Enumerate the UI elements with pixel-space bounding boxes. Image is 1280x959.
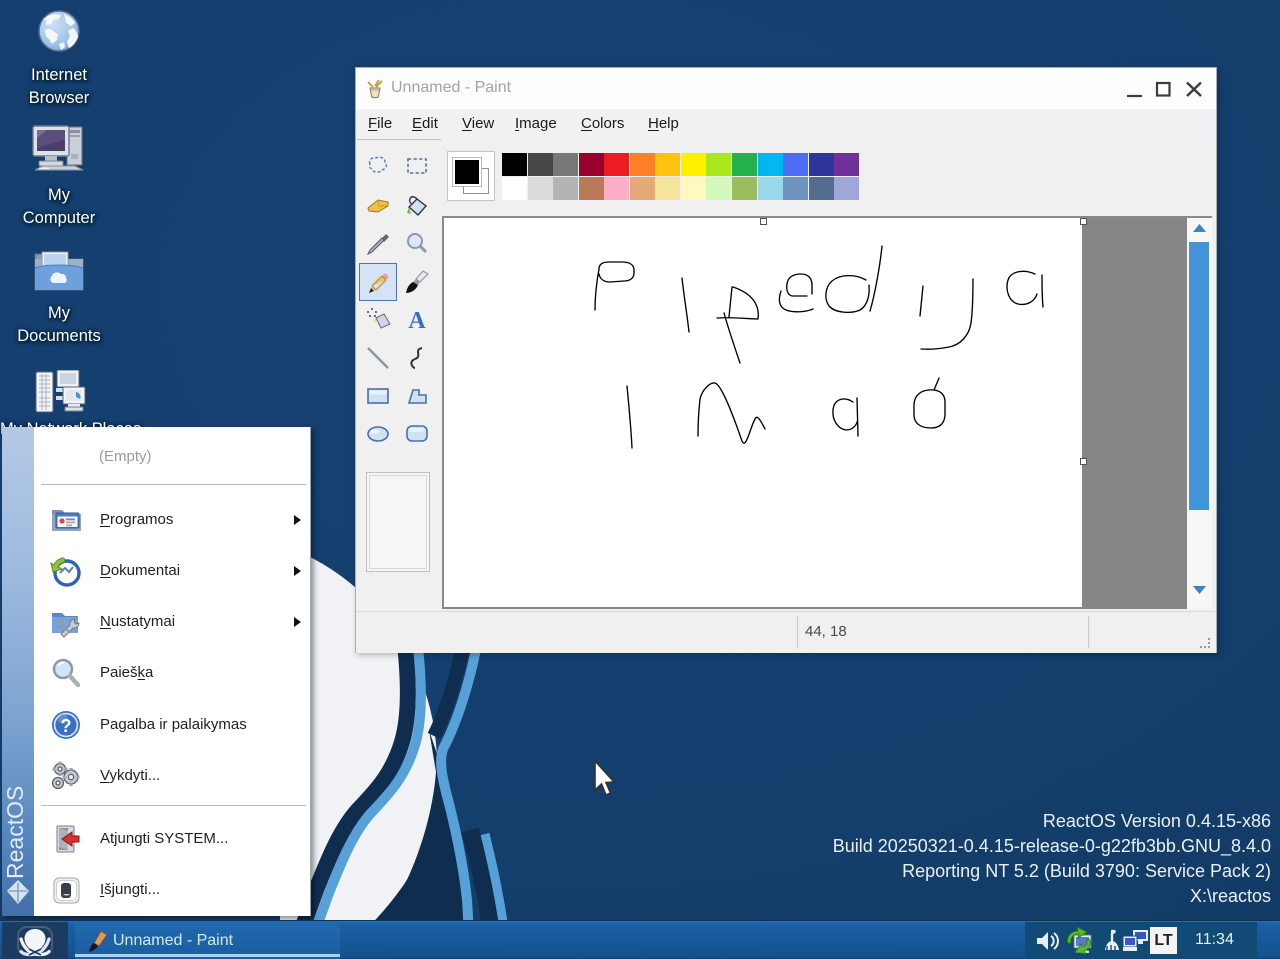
svg-text:A: A: [408, 308, 426, 334]
svg-text:?: ?: [61, 716, 72, 736]
svg-text:ReactOS: ReactOS: [2, 786, 28, 879]
